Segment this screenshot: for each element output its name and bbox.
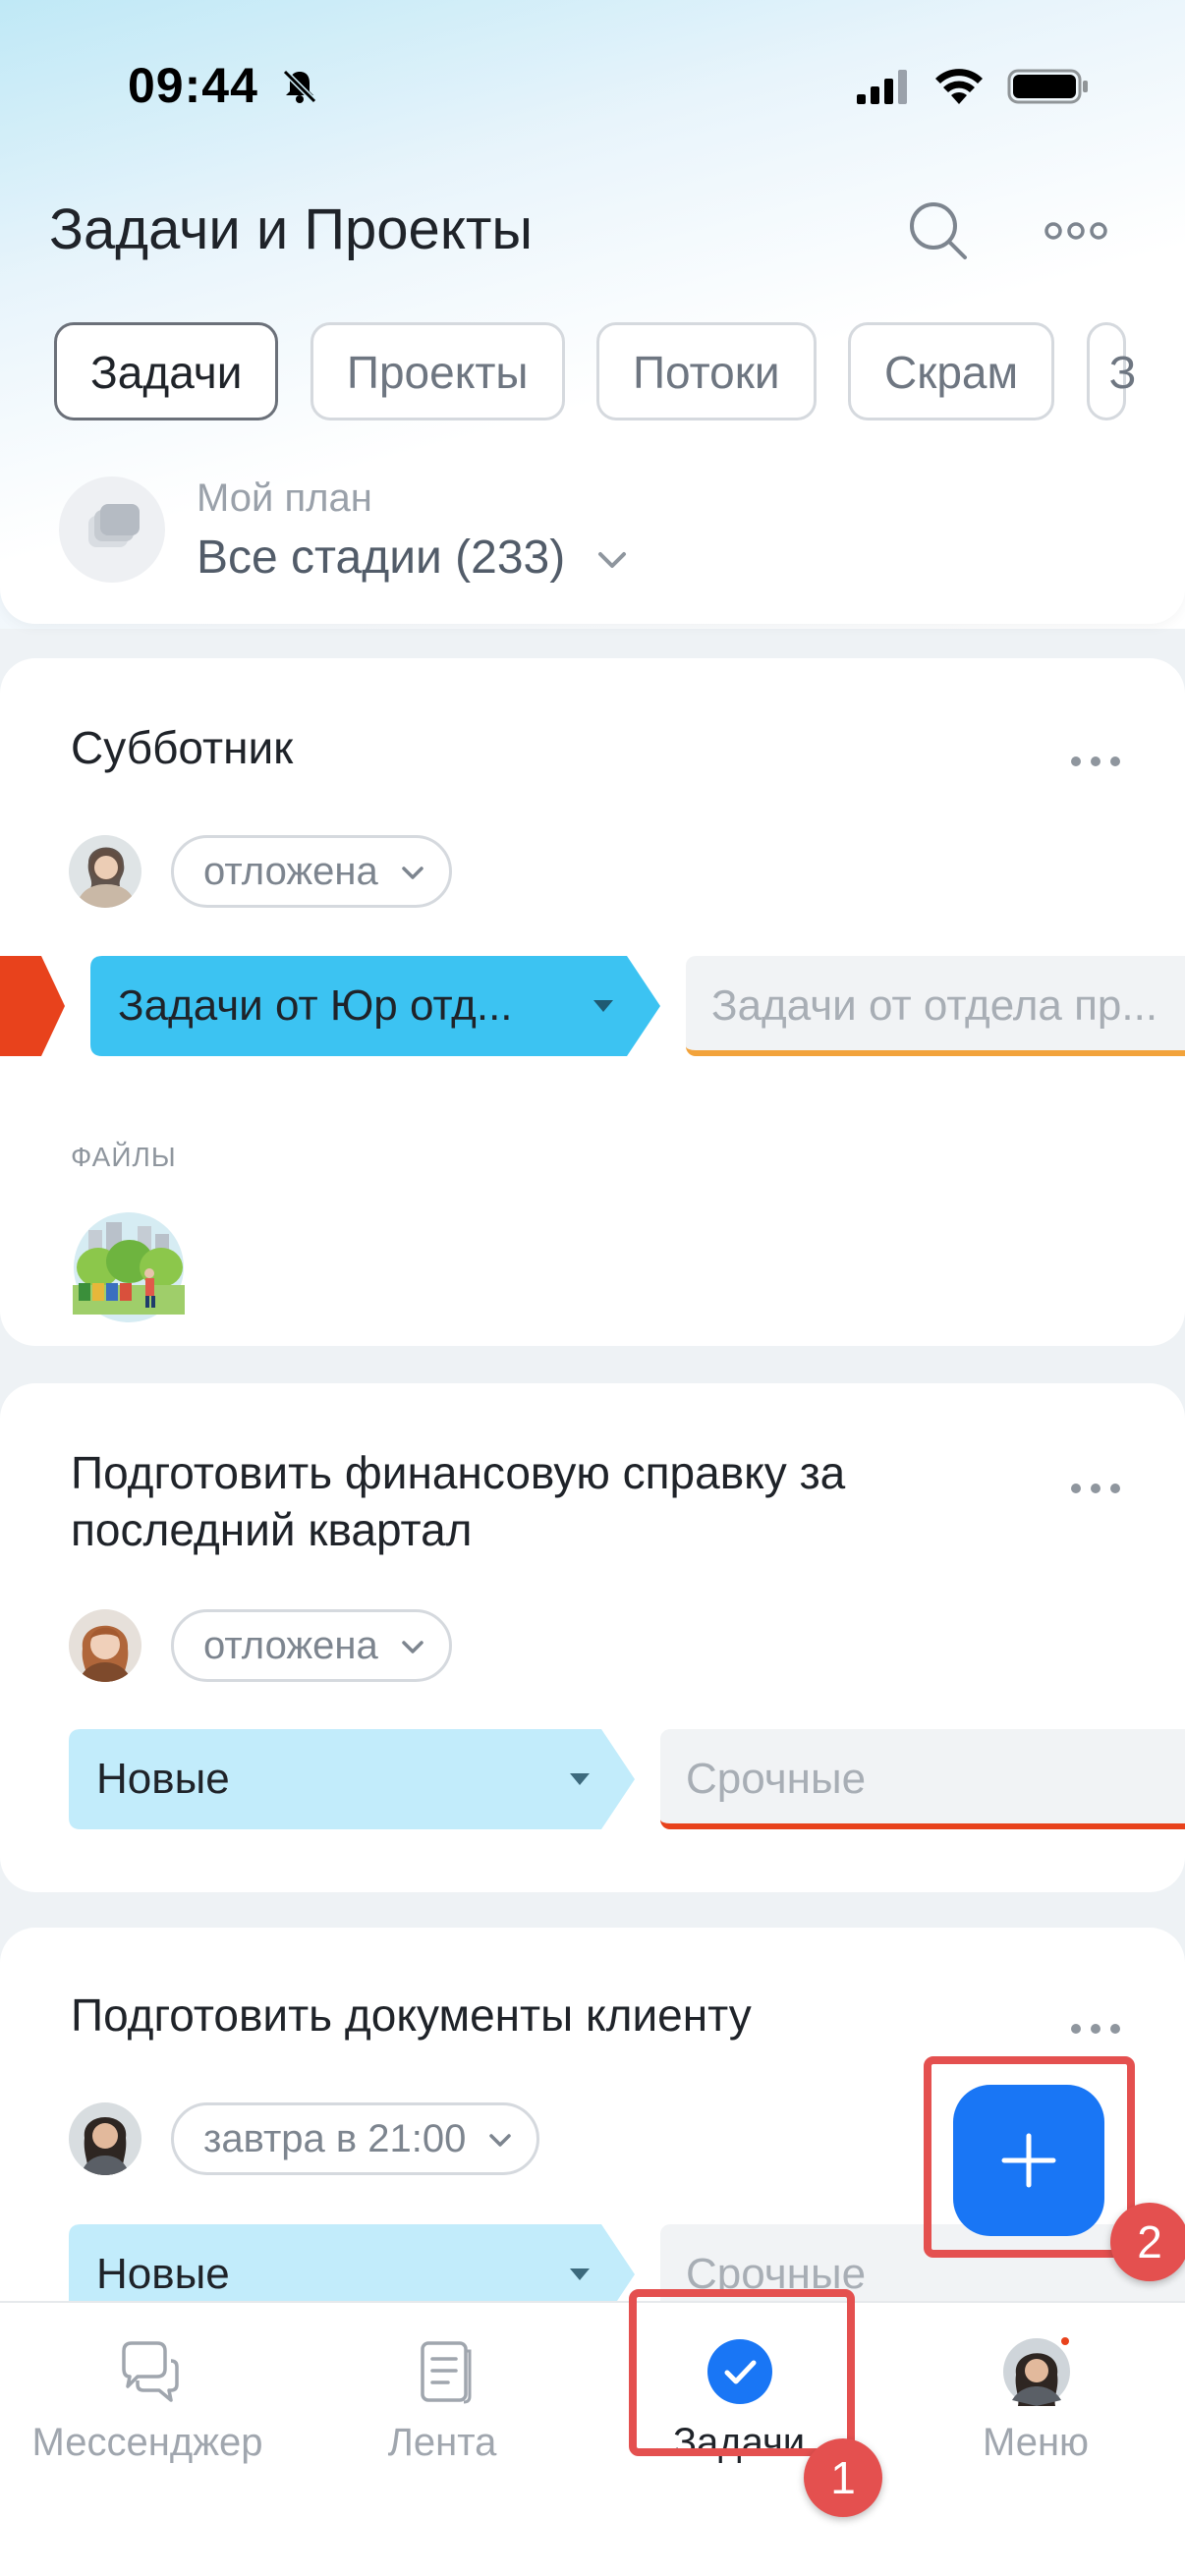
search-icon[interactable]	[904, 196, 973, 265]
deadline-text: отложена	[203, 1624, 378, 1667]
step-badge: 2	[1110, 2203, 1185, 2281]
deadline-pill[interactable]: завтра в 21:00	[171, 2102, 540, 2175]
caret-down-icon	[570, 1773, 590, 1785]
task-title[interactable]: Подготовить документы клиенту	[71, 1987, 1014, 2044]
nav-label: Лента	[387, 2421, 497, 2464]
highlight-frame	[924, 2056, 1135, 2258]
caret-down-icon	[593, 1000, 613, 1012]
avatar[interactable]	[69, 835, 141, 908]
task-card[interactable]: Подготовить финансовую справку за послед…	[0, 1383, 1185, 1892]
files-label: ФАЙЛЫ	[71, 1142, 177, 1172]
chevron-down-icon	[489, 2134, 512, 2147]
feed-icon	[421, 2341, 472, 2404]
tab-scrum[interactable]: Скрам	[848, 322, 1055, 420]
deadline-pill[interactable]: отложена	[171, 835, 452, 908]
task-more-icon[interactable]	[1066, 2014, 1125, 2044]
highlight-frame	[629, 2289, 855, 2456]
task-more-icon[interactable]	[1066, 1474, 1125, 1503]
tab-projects[interactable]: Проекты	[310, 322, 565, 420]
nav-label: Меню	[982, 2421, 1090, 2464]
avatar[interactable]	[69, 1609, 141, 1682]
deadline-pill[interactable]: отложена	[171, 1609, 452, 1682]
step-badge: 1	[804, 2438, 882, 2517]
nav-item-feed[interactable]: Лента	[295, 2303, 590, 2519]
task-card[interactable]: Субботник отложена Задачи от Юр отд... З…	[0, 658, 1185, 1346]
tab-tasks[interactable]: Задачи	[54, 322, 279, 420]
task-title[interactable]: Субботник	[71, 719, 1014, 776]
plan-stack-icon[interactable]	[59, 476, 165, 583]
avatar	[1003, 2337, 1070, 2406]
task-title[interactable]: Подготовить финансовую справку за послед…	[71, 1444, 1014, 1558]
nav-item-menu[interactable]: Меню	[888, 2303, 1183, 2519]
battery-icon	[1007, 69, 1088, 104]
stage-selector[interactable]: Новые	[69, 1729, 619, 1829]
next-stage[interactable]: Задачи от отдела пр...	[686, 956, 1185, 1056]
page-title: Задачи и Проекты	[49, 197, 534, 261]
bottom-nav: Мессенджер Лента Задачи Меню	[0, 2301, 1185, 2576]
avatar[interactable]	[69, 2102, 141, 2175]
plan-label: Мой план	[197, 476, 372, 520]
tab-more[interactable]: З	[1086, 322, 1136, 420]
plan-stage-selector[interactable]: Все стадии (233)	[197, 531, 565, 585]
nav-item-messenger[interactable]: Мессенджер	[0, 2303, 295, 2519]
cellular-signal-icon	[857, 70, 907, 104]
task-more-icon[interactable]	[1066, 747, 1125, 776]
bell-off-icon	[282, 69, 317, 104]
chevron-down-icon[interactable]	[594, 542, 630, 578]
status-time: 09:44	[128, 58, 258, 113]
next-stage[interactable]: Срочные	[660, 1729, 1185, 1829]
previous-stage-marker	[0, 956, 65, 1056]
status-bar: 09:44	[0, 0, 1185, 177]
deadline-text: завтра в 21:00	[203, 2117, 467, 2160]
chevron-down-icon	[401, 867, 423, 879]
chevron-down-icon	[401, 1641, 423, 1653]
stage-selector[interactable]: Задачи от Юр отд...	[90, 956, 641, 1056]
nav-label: Мессенджер	[31, 2421, 263, 2464]
tab-flows[interactable]: Потоки	[595, 322, 817, 420]
more-options-icon[interactable]	[1042, 206, 1110, 255]
chat-icon	[122, 2341, 179, 2402]
file-thumbnail[interactable]	[69, 1208, 189, 1328]
wifi-icon	[935, 69, 983, 104]
tab-bar: Задачи Проекты Потоки Скрам З	[54, 322, 1185, 422]
caret-down-icon	[570, 2268, 590, 2280]
deadline-text: отложена	[203, 850, 378, 893]
